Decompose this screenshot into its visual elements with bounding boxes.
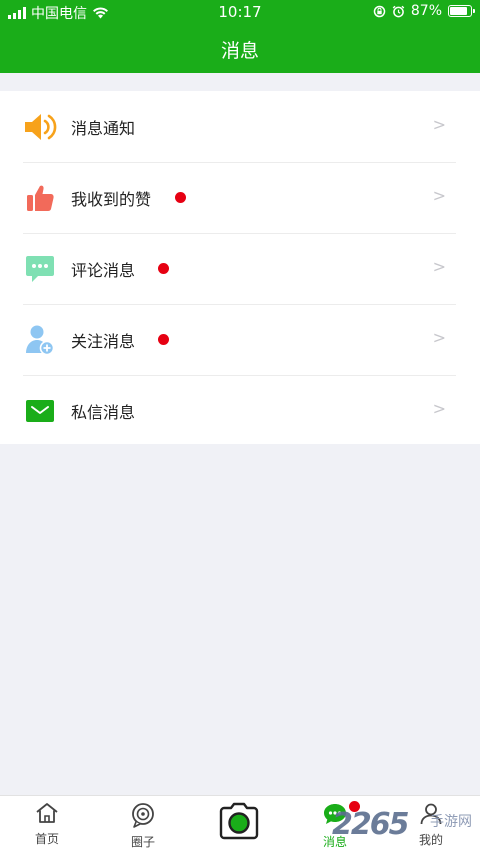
message-item-label: 消息通知 bbox=[71, 119, 136, 138]
user-icon bbox=[420, 803, 442, 825]
unread-badge bbox=[158, 334, 169, 345]
message-item-comments[interactable]: 评论消息 > bbox=[0, 233, 480, 304]
battery-percent: 87% bbox=[410, 3, 442, 19]
message-item-label: 关注消息 bbox=[71, 332, 136, 351]
message-item-notice[interactable]: 消息通知 > bbox=[0, 91, 480, 162]
tab-label: 圈子 bbox=[130, 835, 155, 849]
unread-badge bbox=[158, 263, 169, 274]
tab-camera[interactable] bbox=[209, 796, 269, 853]
home-icon bbox=[36, 803, 58, 823]
tab-label: 我的 bbox=[418, 833, 443, 847]
battery-level bbox=[450, 7, 468, 15]
thumbs-up-icon bbox=[23, 182, 57, 214]
unread-badge bbox=[175, 192, 186, 203]
message-list: 消息通知 > 我收到的赞 > 评论消息 > 关注消息 > 私信消息 > bbox=[0, 91, 480, 444]
battery-icon bbox=[448, 5, 475, 17]
tab-label: 首页 bbox=[34, 832, 59, 846]
tab-messages[interactable]: 消息 bbox=[305, 796, 365, 853]
alarm-icon bbox=[392, 5, 405, 17]
circle-icon bbox=[132, 803, 154, 828]
tab-home[interactable]: 首页 bbox=[17, 796, 77, 853]
comment-bubble-icon bbox=[23, 253, 57, 285]
chevron-right-icon: > bbox=[432, 257, 446, 276]
chevron-right-icon: > bbox=[432, 186, 446, 205]
status-bar: 中国电信 10:17 87% bbox=[0, 0, 480, 24]
chevron-right-icon: > bbox=[432, 115, 446, 134]
message-item-label: 私信消息 bbox=[71, 403, 136, 422]
message-item-private[interactable]: 私信消息 > bbox=[0, 375, 480, 446]
header-bar: 中国电信 10:17 87% 消息 bbox=[0, 0, 480, 73]
tab-label: 消息 bbox=[322, 835, 347, 849]
message-item-label: 评论消息 bbox=[71, 261, 136, 280]
status-right: 87% bbox=[373, 3, 475, 19]
tab-mine[interactable]: 我的 bbox=[401, 796, 461, 853]
message-item-follows[interactable]: 关注消息 > bbox=[0, 304, 480, 375]
message-item-label: 我收到的赞 bbox=[71, 190, 152, 209]
chevron-right-icon: > bbox=[432, 399, 446, 418]
chat-icon bbox=[324, 804, 346, 824]
bottom-tab-bar: 首页 圈子 消息 我的 2265 手游网 bbox=[0, 795, 480, 853]
rotation-lock-icon bbox=[373, 5, 386, 17]
chevron-right-icon: > bbox=[432, 328, 446, 347]
user-add-icon bbox=[23, 324, 57, 356]
message-item-likes[interactable]: 我收到的赞 > bbox=[0, 162, 480, 233]
unread-badge bbox=[349, 801, 360, 812]
envelope-icon bbox=[23, 395, 57, 427]
tab-circle[interactable]: 圈子 bbox=[113, 796, 173, 853]
page-title: 消息 bbox=[220, 40, 259, 62]
camera-icon bbox=[219, 802, 259, 840]
speaker-icon bbox=[23, 111, 57, 143]
